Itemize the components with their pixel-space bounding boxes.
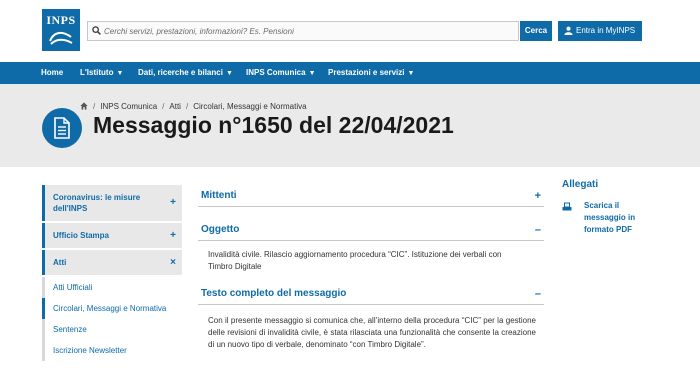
breadcrumb-link[interactable]: INPS Comunica	[100, 102, 157, 111]
sidebar-subitem-circolari[interactable]: Circolari, Messaggi e Normativa	[42, 298, 182, 319]
search-icon	[92, 26, 101, 35]
sidebar-item-atti[interactable]: Atti ×	[42, 250, 182, 275]
home-icon[interactable]	[80, 102, 88, 110]
testo-completo-text: Con il presente messaggio si comunica ch…	[208, 316, 536, 349]
logo-text: INPS	[46, 13, 76, 27]
nav-item-label: Home	[41, 68, 64, 77]
download-pdf-link[interactable]: Scarica il messaggio in formato PDF	[562, 200, 642, 236]
accordion-title: Oggetto	[201, 224, 240, 235]
accordion-oggetto[interactable]: Oggetto –	[198, 219, 544, 241]
nav-item-prestazioni[interactable]: Prestazioni e servizi ▼	[328, 62, 414, 84]
nav-item-label: INPS Comunica	[246, 68, 306, 77]
sidebar-subitem-newsletter[interactable]: Iscrizione Newsletter	[42, 340, 182, 361]
expand-icon[interactable]: +	[170, 197, 176, 208]
nav-item-label: Prestazioni e servizi	[328, 68, 405, 77]
inps-logo[interactable]: INPS	[42, 9, 80, 51]
sidebar-item-label: Coronavirus: le misure dell'INPS	[53, 193, 141, 213]
page-banner: / INPS Comunica / Atti / Circolari, Messaggi …	[0, 84, 700, 167]
attachments-title: Allegati	[562, 179, 599, 190]
nav-item-dati[interactable]: Dati, ricerche e bilanci ▼	[138, 62, 233, 84]
sidebar: Coronavirus: le misure dell'INPS + Uffic…	[42, 185, 182, 361]
chevron-down-icon: ▼	[116, 70, 124, 77]
accordion-testo-completo[interactable]: Testo completo del messaggio –	[198, 283, 544, 305]
search-button[interactable]: Cerca	[520, 21, 552, 41]
chevron-down-icon: ▼	[308, 70, 316, 77]
sidebar-item-label: Atti	[53, 258, 67, 267]
nav-item-istituto[interactable]: L'Istituto ▼	[80, 62, 123, 84]
search-input[interactable]	[104, 23, 514, 39]
collapse-icon[interactable]: ×	[170, 257, 176, 268]
accordion-title: Mittenti	[201, 190, 237, 201]
sidebar-item-ufficio-stampa[interactable]: Ufficio Stampa +	[42, 223, 182, 248]
logo-emblem-icon	[49, 31, 73, 45]
expand-icon[interactable]: +	[170, 230, 176, 241]
myinps-login-label: Entra in MyINPS	[576, 26, 636, 35]
sidebar-subitem-label: Sentenze	[53, 325, 87, 334]
accordion-title: Testo completo del messaggio	[201, 288, 347, 299]
sidebar-subitem-sentenze[interactable]: Sentenze	[42, 319, 182, 340]
sidebar-subitem-label: Atti Ufficiali	[53, 283, 93, 292]
nav-item-label: L'Istituto	[80, 68, 114, 77]
nav-item-label: Dati, ricerche e bilanci	[138, 68, 223, 77]
attachments-panel: Allegati Scarica il messaggio in formato…	[562, 179, 662, 236]
myinps-login-button[interactable]: Entra in MyINPS	[558, 21, 642, 41]
page-title: Messaggio n°1650 del 22/04/2021	[93, 112, 454, 138]
search-box	[87, 21, 519, 41]
sidebar-subitem-label: Iscrizione Newsletter	[53, 346, 127, 355]
user-icon	[564, 26, 573, 35]
breadcrumb: / INPS Comunica / Atti / Circolari, Messaggi …	[80, 102, 307, 111]
nav-item-home[interactable]: Home	[41, 62, 63, 84]
sidebar-subitem-atti-ufficiali[interactable]: Atti Ufficiali	[42, 277, 182, 298]
chevron-down-icon: ▼	[407, 70, 415, 77]
collapse-icon[interactable]: –	[535, 283, 541, 305]
expand-icon[interactable]: +	[535, 185, 541, 207]
accordion-mittenti[interactable]: Mittenti +	[198, 185, 544, 207]
sidebar-item-label: Ufficio Stampa	[53, 231, 110, 240]
main-content: Mittenti + Oggetto – Invalidità civile. …	[198, 185, 544, 361]
document-circle-icon	[42, 108, 82, 148]
top-header: INPS Cerca Entra in MyINPS	[0, 0, 700, 62]
download-icon	[562, 202, 572, 211]
breadcrumb-link[interactable]: Atti	[169, 102, 181, 111]
sidebar-subitem-label: Circolari, Messaggi e Normativa	[53, 304, 167, 313]
nav-item-inps-comunica[interactable]: INPS Comunica ▼	[246, 62, 316, 84]
collapse-icon[interactable]: –	[535, 219, 541, 241]
oggetto-text: Invalidità civile. Rilascio aggiornament…	[208, 250, 502, 271]
main-nav: Home L'Istituto ▼ Dati, ricerche e bilanc…	[0, 62, 700, 84]
sidebar-item-coronavirus[interactable]: Coronavirus: le misure dell'INPS +	[42, 185, 182, 221]
document-icon	[54, 117, 70, 139]
download-pdf-label: Scarica il messaggio in formato PDF	[584, 201, 636, 234]
chevron-down-icon: ▼	[225, 70, 233, 77]
breadcrumb-current[interactable]: Circolari, Messaggi e Normativa	[193, 102, 306, 111]
